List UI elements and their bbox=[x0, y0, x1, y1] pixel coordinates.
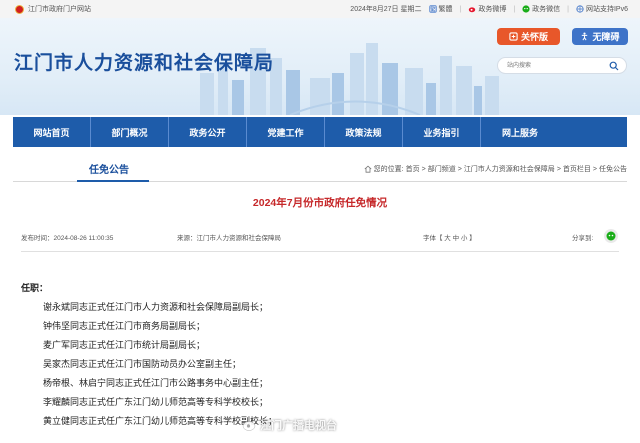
nav-item-guide[interactable]: 业务指引 bbox=[403, 117, 481, 147]
elder-mode-button[interactable]: 关怀版 bbox=[497, 28, 560, 45]
home-icon bbox=[364, 165, 372, 173]
nav-item-overview[interactable]: 部门概况 bbox=[91, 117, 169, 147]
appointment-heading: 任职： bbox=[21, 283, 49, 293]
nav-item-disclosure[interactable]: 政务公开 bbox=[169, 117, 247, 147]
share-label: 分享到: bbox=[572, 235, 594, 242]
section-header: 任免公告 您的位置: 首页 > 部门频道 > 江门市人力资源和社会保障局 > 首… bbox=[13, 158, 627, 182]
appointment-line: 钟伟坚同志正式任江门市商务局副局长； bbox=[43, 321, 206, 331]
search-icon[interactable] bbox=[609, 61, 619, 71]
nav-item-home[interactable]: 网站首页 bbox=[13, 117, 91, 147]
appointment-line: 谢永斌同志正式任江门市人力资源和社会保障局副局长； bbox=[43, 302, 269, 312]
appointment-line: 杨帝根、林启宁同志正式任江门市公路事务中心副主任； bbox=[43, 378, 269, 388]
portal-link-label[interactable]: 江门市政府门户网站 bbox=[28, 4, 91, 14]
portal-link[interactable]: 江门市政府门户网站 bbox=[15, 4, 91, 14]
publish-time: 发布时间：2024-08-26 11:00:35 bbox=[21, 235, 114, 242]
elder-mode-icon bbox=[509, 32, 518, 41]
top-bar: 江门市政府门户网站 2024年8月27日 星期二 繁繁體 | 政务微博 | 政务… bbox=[0, 0, 640, 18]
traditional-icon: 繁 bbox=[428, 5, 437, 14]
nav-item-online-service[interactable]: 网上服务 bbox=[481, 117, 559, 147]
appointment-line: 吴家杰同志正式任江门市国防动员办公室副主任； bbox=[43, 359, 242, 369]
broadcaster-watermark: 江门广播电视台 bbox=[242, 417, 337, 433]
ipv6-icon bbox=[576, 5, 584, 13]
site-title: 江门市人力资源和社会保障局 bbox=[14, 53, 275, 74]
accessibility-button[interactable]: 无障碍 bbox=[572, 28, 628, 45]
traditional-chinese-link[interactable]: 繁繁體 bbox=[428, 4, 453, 14]
current-date: 2024年8月27日 星期二 bbox=[350, 6, 422, 13]
weibo-icon bbox=[469, 7, 476, 13]
wechat-icon bbox=[606, 231, 616, 241]
meta-divider bbox=[21, 251, 619, 252]
article-source: 来源：江门市人力资源和社会保障局 bbox=[177, 235, 281, 242]
article-meta: 发布时间：2024-08-26 11:00:35 来源：江门市人力资源和社会保障… bbox=[21, 229, 621, 244]
svg-text:繁: 繁 bbox=[430, 6, 436, 14]
appointment-line: 麦广军同志正式任江门市统计局副局长； bbox=[43, 340, 206, 350]
breadcrumb-prefix: 您的位置: bbox=[373, 166, 404, 173]
section-underline bbox=[77, 180, 149, 182]
appointment-line: 李耀麟同志正式任广东江门幼儿师范高等专科学校校长； bbox=[43, 397, 269, 407]
watermark-text: 江门广播电视台 bbox=[260, 420, 337, 432]
breadcrumb-current[interactable]: 任免公告 bbox=[599, 164, 627, 174]
breadcrumb-home-column[interactable]: 首页栏目 bbox=[563, 164, 591, 174]
font-size-control[interactable]: 字体【 大 中 小 】 bbox=[423, 232, 476, 242]
breadcrumb-bureau[interactable]: 江门市人力资源和社会保障局 bbox=[464, 164, 555, 174]
wechat-icon bbox=[522, 5, 530, 13]
nav-item-party[interactable]: 党建工作 bbox=[247, 117, 325, 147]
breadcrumb: 您的位置: 首页 > 部门频道 > 江门市人力资源和社会保障局 > 首页栏目 >… bbox=[364, 164, 627, 174]
main-nav: 网站首页 部门概况 政务公开 党建工作 政策法规 业务指引 网上服务 bbox=[13, 117, 627, 147]
search-input[interactable] bbox=[507, 58, 607, 73]
accessibility-icon bbox=[582, 32, 588, 41]
article-title: 2024年7月份市政府任免情况 bbox=[252, 197, 388, 209]
breadcrumb-dept-channel[interactable]: 部门频道 bbox=[428, 164, 456, 174]
site-search bbox=[497, 57, 627, 74]
nav-item-policy[interactable]: 政策法规 bbox=[325, 117, 403, 147]
wechat-share-button[interactable] bbox=[604, 229, 618, 243]
section-title: 任免公告 bbox=[89, 165, 129, 176]
wechat-link[interactable]: 政务微信 bbox=[522, 4, 560, 14]
ipv6-link[interactable]: 网站支持IPv6 bbox=[576, 4, 628, 14]
national-emblem-icon bbox=[15, 4, 24, 14]
header-banner: 江门市人力资源和社会保障局 关怀版 无障碍 bbox=[0, 18, 640, 115]
breadcrumb-home[interactable]: 首页 bbox=[406, 164, 420, 174]
weibo-link[interactable]: 政务微博 bbox=[468, 4, 506, 14]
weibo-icon bbox=[242, 421, 256, 431]
article-body: 任职： 谢永斌同志正式任江门市人力资源和社会保障局副局长； 钟伟坚同志正式任江门… bbox=[21, 281, 621, 431]
